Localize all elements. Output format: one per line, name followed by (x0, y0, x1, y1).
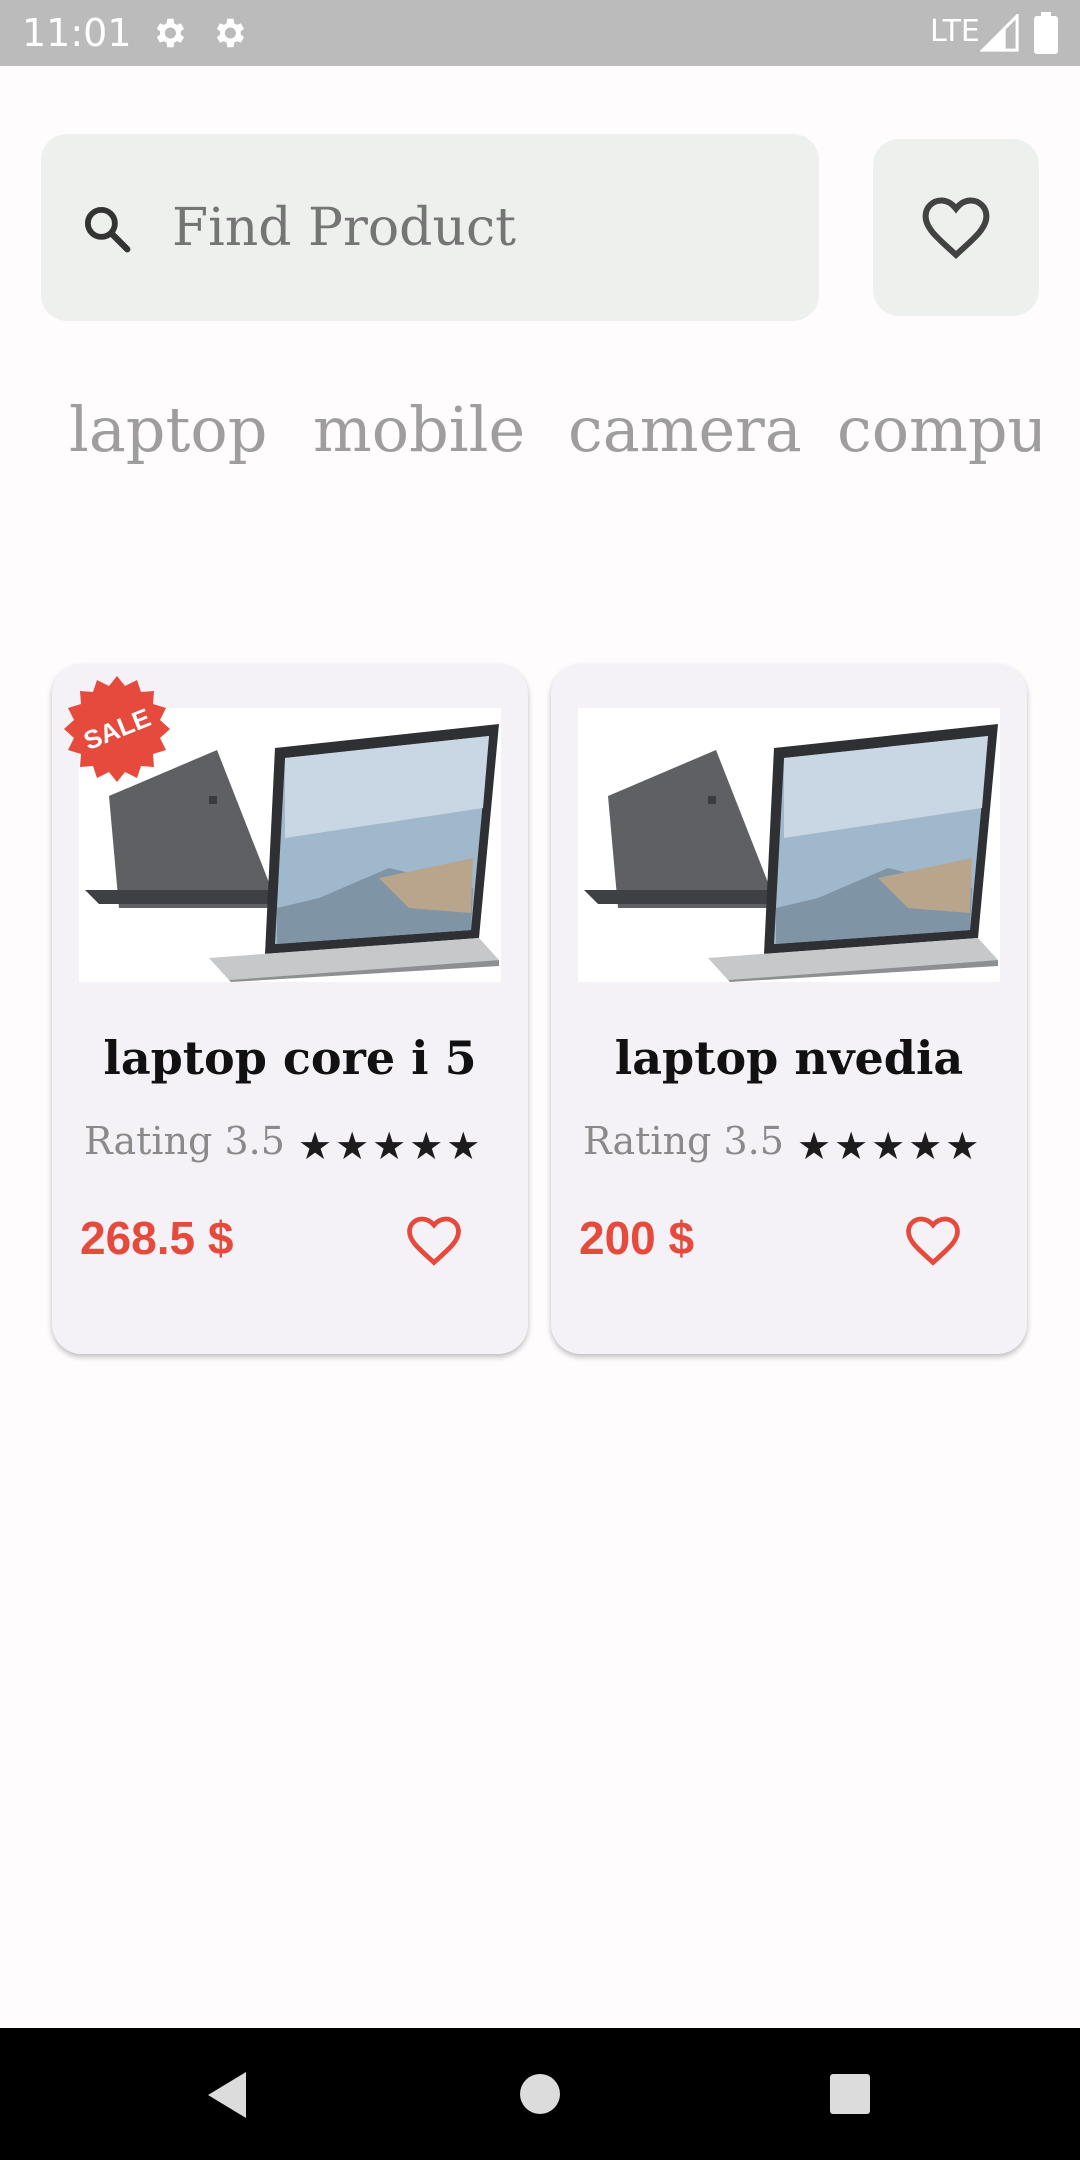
search-icon (84, 206, 131, 253)
product-rating: Rating 3.5 (583, 1119, 784, 1163)
sale-badge: SALE (64, 676, 170, 782)
search-input[interactable]: Find Product (172, 196, 516, 260)
battery-icon (1034, 12, 1058, 54)
category-laptop[interactable]: laptop (69, 390, 267, 470)
recents-icon[interactable] (829, 2073, 871, 2115)
category-list: laptop mobile camera computer (0, 380, 1040, 490)
rating-stars: ★★★★★ (298, 1124, 484, 1168)
gear-icon (216, 18, 245, 48)
status-bar: 11:01 LTE (0, 0, 1080, 66)
product-card[interactable]: laptop nvedia Rating 3.5 ★★★★★ 200 $ (551, 664, 1027, 1354)
laptop-image (578, 708, 1000, 982)
product-card[interactable]: SALE laptop core i 5 Rating 3.5 ★★★★★ 26… (52, 664, 528, 1354)
category-mobile[interactable]: mobile (313, 390, 525, 470)
status-time: 11:01 (22, 11, 132, 55)
signal-icon (980, 14, 1019, 52)
home-icon[interactable] (519, 2073, 561, 2115)
category-computer[interactable]: computer (837, 390, 1040, 470)
gear-icon (156, 18, 185, 48)
back-icon[interactable] (204, 2070, 248, 2120)
heart-outline-icon[interactable] (404, 1212, 464, 1268)
product-name: laptop nvedia (614, 1031, 964, 1085)
heart-outline-icon[interactable] (903, 1212, 963, 1268)
heart-outline-icon (922, 197, 990, 260)
network-type: LTE (930, 14, 980, 49)
product-price: 200 $ (579, 1212, 695, 1264)
product-price: 268.5 $ (80, 1212, 234, 1264)
category-camera[interactable]: camera (568, 390, 802, 470)
product-rating: Rating 3.5 (84, 1119, 285, 1163)
product-name: laptop core i 5 (103, 1031, 477, 1085)
rating-stars: ★★★★★ (797, 1124, 983, 1168)
